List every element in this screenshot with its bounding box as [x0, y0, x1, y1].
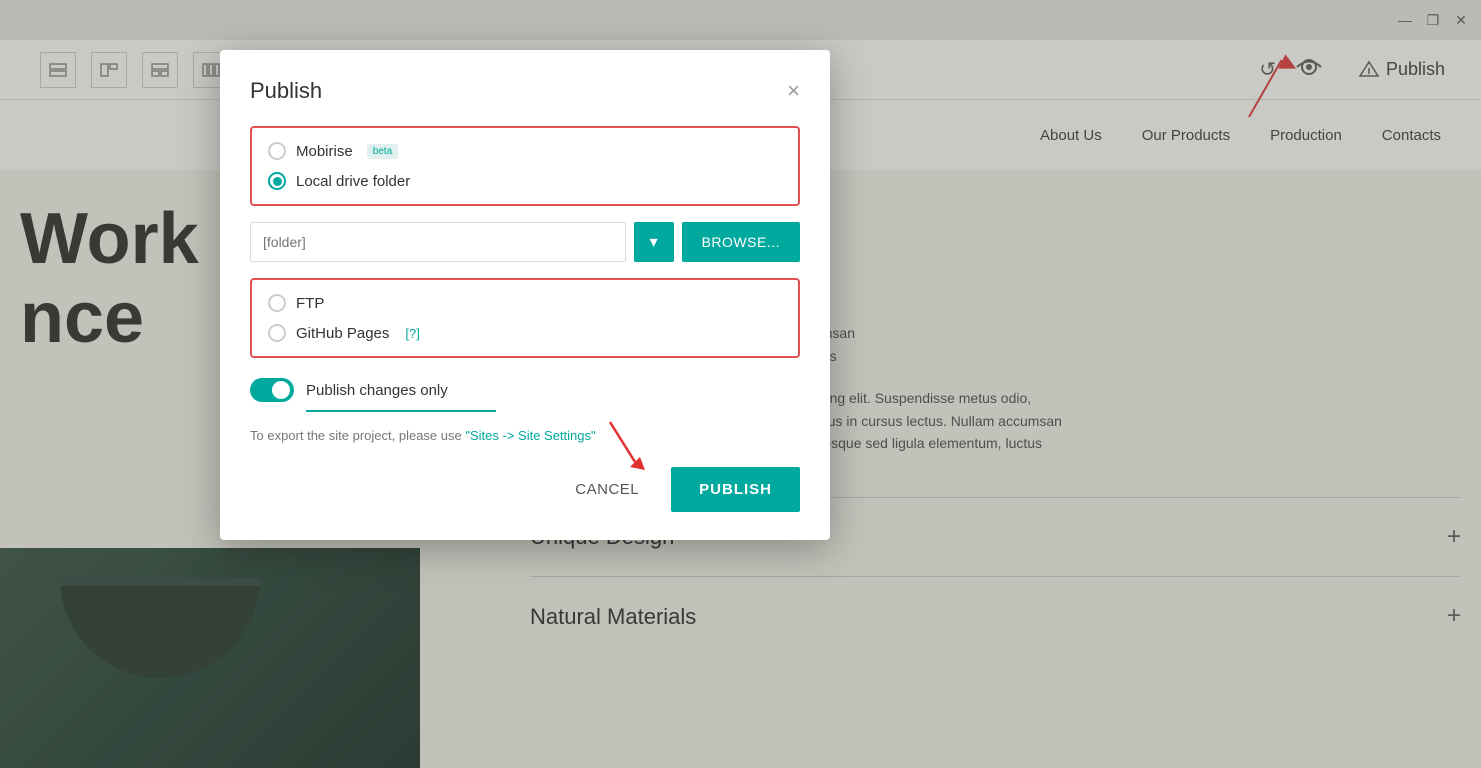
local-drive-option[interactable]: Local drive folder — [268, 172, 782, 190]
browse-button[interactable]: BROWSE... — [682, 222, 800, 262]
publish-target-group-2: FTP GitHub Pages [?] — [250, 278, 800, 358]
toggle-underline — [306, 410, 496, 412]
mobirise-radio[interactable] — [268, 142, 286, 160]
dialog-close-button[interactable]: × — [787, 80, 800, 102]
mobirise-option[interactable]: Mobirise beta — [268, 142, 782, 160]
github-pages-option[interactable]: GitHub Pages [?] — [268, 324, 782, 342]
export-link[interactable]: "Sites -> Site Settings" — [465, 428, 595, 443]
local-drive-label: Local drive folder — [296, 173, 410, 190]
publish-changes-toggle-row: Publish changes only — [250, 378, 800, 402]
folder-input[interactable] — [250, 222, 626, 262]
toggle-knob — [272, 381, 290, 399]
github-label: GitHub Pages — [296, 325, 389, 342]
beta-badge: beta — [367, 144, 398, 159]
folder-dropdown-button[interactable]: ▾ — [634, 222, 674, 262]
ftp-option[interactable]: FTP — [268, 294, 782, 312]
ftp-radio[interactable] — [268, 294, 286, 312]
publish-arrow-annotation — [580, 412, 660, 482]
publish-action-button[interactable]: PUBLISH — [671, 467, 800, 512]
dialog-footer: CANCEL PUBLISH — [250, 467, 800, 512]
github-radio[interactable] — [268, 324, 286, 342]
publish-target-group-1: Mobirise beta Local drive folder — [250, 126, 800, 206]
publish-dialog: Publish × Mobirise beta Local drive fold… — [220, 50, 830, 540]
export-note: To export the site project, please use "… — [250, 428, 800, 443]
local-drive-radio[interactable] — [268, 172, 286, 190]
dialog-header: Publish × — [250, 78, 800, 104]
publish-changes-label: Publish changes only — [306, 382, 448, 399]
publish-changes-toggle[interactable] — [250, 378, 294, 402]
mobirise-label: Mobirise — [296, 143, 353, 160]
folder-row: ▾ BROWSE... — [250, 222, 800, 262]
chevron-down-icon: ▾ — [650, 232, 658, 252]
github-help-icon[interactable]: [?] — [405, 326, 419, 341]
ftp-label: FTP — [296, 295, 324, 312]
dialog-title: Publish — [250, 78, 322, 104]
